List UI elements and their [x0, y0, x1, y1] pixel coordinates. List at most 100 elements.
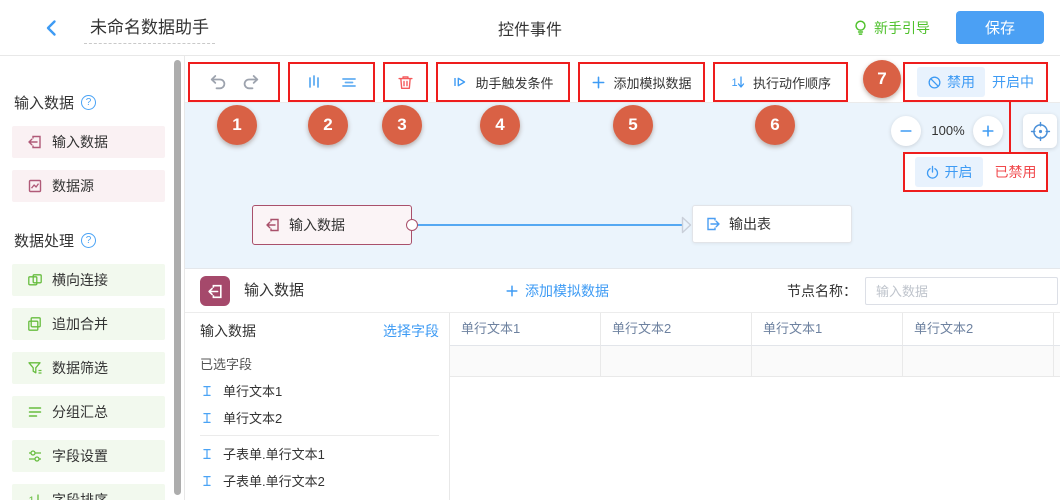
data-source-icon: [27, 178, 43, 194]
table-header-row: 单行文本1 单行文本2 单行文本1 单行文本2: [450, 313, 1060, 346]
enable-button[interactable]: 开启: [915, 157, 983, 187]
vertical-layout-button[interactable]: [305, 73, 323, 91]
vertical-layout-icon: [305, 73, 323, 91]
back-button[interactable]: [42, 17, 64, 39]
annotation-marker-1: 1: [217, 105, 257, 145]
guide-link[interactable]: 新手引导: [852, 18, 930, 38]
trigger-condition-label[interactable]: 助手触发条件: [475, 73, 553, 92]
annotation-box-mock: 添加模拟数据: [578, 62, 705, 102]
sidebar-item-label: 追加合并: [52, 314, 108, 334]
sidebar-item-label: 横向连接: [52, 270, 108, 290]
column-header: 单行文本1: [752, 313, 903, 346]
annotation-marker-2: 2: [308, 105, 348, 145]
add-mock-data-link[interactable]: 添加模拟数据: [505, 269, 609, 313]
sidebar-scrollbar[interactable]: [174, 60, 181, 495]
field-item[interactable]: 单行文本1: [200, 377, 439, 404]
field-list-divider: [200, 435, 439, 436]
fields-panel: 输入数据 选择字段 已选字段 单行文本1 单行文本2: [185, 313, 450, 500]
delete-button[interactable]: [397, 74, 414, 91]
section-title: 输入数据: [14, 92, 74, 113]
node-name-input[interactable]: [865, 277, 1058, 305]
text-field-icon: [200, 447, 214, 461]
power-icon: [925, 165, 940, 180]
sidebar-item-append-merge[interactable]: 追加合并: [12, 308, 165, 340]
panel-header: 输入数据 添加模拟数据 节点名称：: [185, 269, 1060, 313]
node-output-port[interactable]: [406, 219, 418, 231]
disable-button[interactable]: 禁用: [917, 67, 985, 97]
help-icon[interactable]: [81, 233, 96, 248]
table-cell[interactable]: [601, 346, 752, 376]
filter-icon: [27, 360, 43, 376]
field-item[interactable]: 子表单.单行文本1: [200, 440, 439, 467]
status-enabled-label[interactable]: 开启中: [992, 72, 1034, 92]
panel-title: 输入数据: [244, 269, 304, 313]
import-icon: [207, 283, 224, 300]
plus-icon: [505, 284, 519, 298]
sidebar-item-data-source[interactable]: 数据源: [12, 170, 165, 202]
node-config-panel: 输入数据 添加模拟数据 节点名称： 输入数据 选择字段 已选字段: [185, 268, 1060, 500]
annotation-box-toggle-enabled: 禁用 开启中: [903, 62, 1048, 102]
plus-icon: [591, 75, 606, 90]
field-item[interactable]: 子表单.单行文本2: [200, 467, 439, 494]
append-merge-icon: [27, 316, 43, 332]
field-settings-icon: [27, 448, 43, 464]
field-sort-icon: 1: [27, 492, 43, 500]
crosshair-icon: [1030, 121, 1051, 142]
main-area: 助手触发条件 添加模拟数据 1 执行动作顺序 7 禁用: [185, 56, 1060, 500]
assistant-title[interactable]: 未命名数据助手: [84, 11, 215, 44]
redo-button[interactable]: [242, 72, 262, 92]
undo-button[interactable]: [207, 72, 227, 92]
table-cell[interactable]: [903, 346, 1054, 376]
annotation-marker-4: 4: [480, 105, 520, 145]
trash-icon: [397, 74, 414, 91]
annotation-marker-5: 5: [613, 105, 653, 145]
field-label: 单行文本1: [223, 381, 282, 400]
fit-view-button[interactable]: [1023, 114, 1057, 148]
table-cell[interactable]: [752, 346, 903, 376]
action-order-button[interactable]: 1: [730, 74, 746, 90]
sidebar-item-label: 输入数据: [52, 132, 108, 152]
sidebar-item-filter[interactable]: 数据筛选: [12, 352, 165, 384]
annotation-box-order: 1 执行动作顺序: [713, 62, 848, 102]
header-actions: 新手引导 保存: [852, 11, 1044, 44]
horizontal-join-icon: [27, 272, 43, 288]
sidebar-item-input-data[interactable]: 输入数据: [12, 126, 165, 158]
action-order-label[interactable]: 执行动作顺序: [753, 73, 831, 92]
sidebar: 输入数据 输入数据 数据源 数据处理 横向连接 追加合并: [0, 56, 185, 500]
add-mock-data-label: 添加模拟数据: [525, 281, 609, 301]
node-label: 输入数据: [289, 215, 345, 235]
sidebar-item-horizontal-join[interactable]: 横向连接: [12, 264, 165, 296]
column-header-partial: [1054, 313, 1060, 346]
save-button[interactable]: 保存: [956, 11, 1044, 44]
help-icon[interactable]: [81, 95, 96, 110]
table-cell[interactable]: [450, 346, 601, 376]
annotation-box-trigger: 助手触发条件: [436, 62, 570, 102]
table-cell-partial: [1054, 346, 1060, 376]
status-disabled-label[interactable]: 已禁用: [995, 162, 1037, 182]
text-field-icon: [200, 384, 214, 398]
select-fields-link[interactable]: 选择字段: [383, 321, 439, 341]
node-input-data[interactable]: 输入数据: [252, 205, 412, 245]
zoom-in-button[interactable]: [973, 116, 1003, 146]
sidebar-item-group-summary[interactable]: 分组汇总: [12, 396, 165, 428]
node-output-table[interactable]: 输出表: [692, 205, 852, 243]
horizontal-layout-button[interactable]: [340, 73, 358, 91]
redo-icon: [242, 72, 262, 92]
field-item[interactable]: 单行文本2: [200, 404, 439, 431]
sidebar-item-label: 字段设置: [52, 446, 108, 466]
annotation-marker-7: 7: [863, 60, 901, 98]
sidebar-item-field-settings[interactable]: 字段设置: [12, 440, 165, 472]
add-mock-label[interactable]: 添加模拟数据: [613, 73, 691, 92]
zoom-out-button[interactable]: [891, 116, 921, 146]
disable-label: 禁用: [947, 72, 975, 92]
annotation-connector: [1009, 102, 1011, 152]
app-header: 未命名数据助手 控件事件 新手引导 保存: [0, 0, 1060, 56]
field-label: 子表单.单行文本2: [223, 471, 325, 490]
trigger-condition-button[interactable]: [452, 74, 468, 90]
bulb-icon: [852, 19, 869, 36]
add-mock-button[interactable]: [591, 75, 606, 90]
svg-text:1: 1: [29, 495, 35, 500]
table-row[interactable]: [450, 346, 1060, 377]
column-header: 单行文本1: [450, 313, 601, 346]
sidebar-item-field-sort[interactable]: 1 字段排序: [12, 484, 165, 500]
